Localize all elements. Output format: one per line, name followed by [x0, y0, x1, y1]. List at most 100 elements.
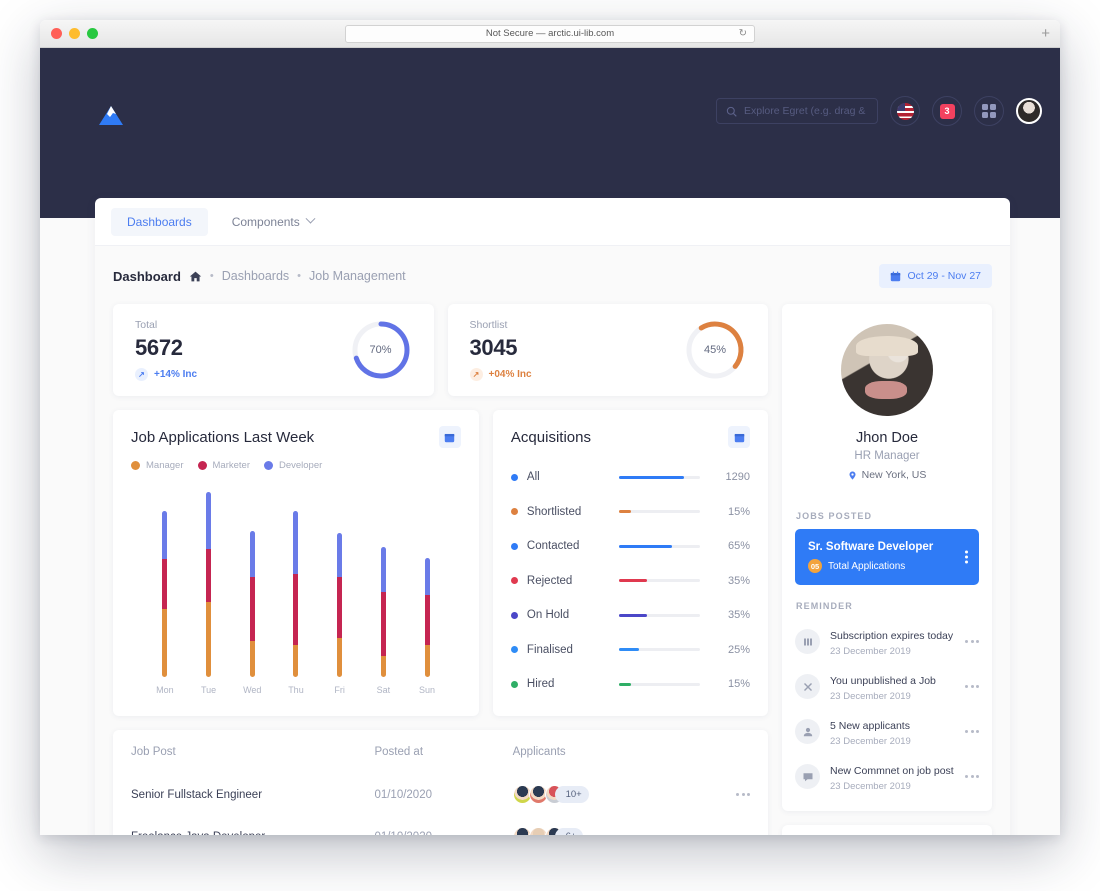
bar-segment-marketer — [424, 595, 430, 645]
tab-dashboards[interactable]: Dashboards — [111, 207, 208, 236]
url-text: Not Secure — arctic.ui-lib.com — [485, 28, 615, 39]
breadcrumb-row: Dashboard • Dashboards • Job Management — [113, 264, 992, 288]
job-post-name: Senior Fullstack Engineer — [131, 788, 263, 801]
applications-chart-card: Job Applications Last Week Manager Marke… — [113, 410, 479, 716]
avatar[interactable] — [1016, 98, 1042, 124]
acquisition-label: Rejected — [526, 574, 573, 587]
kebab-menu-icon[interactable] — [965, 775, 979, 778]
stacked-bar[interactable] — [337, 532, 343, 677]
right-column: Jhon Doe HR Manager New York, US JOBS PO… — [782, 304, 992, 835]
kebab-menu-icon[interactable] — [965, 640, 979, 643]
table-row[interactable]: Senior Fullstack Engineer 01/10/2020 10+ — [113, 774, 768, 816]
stacked-bar[interactable] — [206, 491, 212, 677]
column-posted-at: Posted at — [374, 745, 424, 758]
list-item[interactable]: You unpublished a Job 23 December 2019 — [782, 664, 992, 709]
reload-icon[interactable]: ↻ — [739, 28, 747, 39]
comment-icon — [795, 764, 820, 789]
bar-segment-marketer — [337, 577, 343, 638]
acquisition-row[interactable]: On Hold 35% — [510, 598, 750, 633]
breadcrumb-item-dashboards[interactable]: Dashboards — [222, 269, 289, 283]
bar-segment-developer — [293, 511, 299, 574]
kebab-menu-icon[interactable] — [710, 793, 750, 796]
minimize-window-button[interactable] — [69, 28, 80, 39]
acquisition-row[interactable]: Finalised 25% — [510, 633, 750, 668]
grid-icon — [982, 104, 996, 118]
reminder-title: Subscription expires today — [830, 630, 954, 642]
acquisition-label: On Hold — [526, 609, 570, 622]
reminder-title: You unpublished a Job — [830, 675, 936, 687]
acquisitions-calendar-button[interactable] — [728, 426, 750, 448]
x-tick-label: Fri — [334, 685, 345, 695]
tab-bar: Dashboards Components — [95, 198, 1010, 246]
acquisition-row[interactable]: Shortlisted 15% — [510, 495, 750, 530]
acquisition-row[interactable]: Rejected 35% — [510, 564, 750, 599]
date-range-label: Oct 29 - Nov 27 — [907, 270, 981, 282]
browser-titlebar: Not Secure — arctic.ui-lib.com ↻ + — [40, 20, 1060, 48]
acquisition-track — [618, 648, 700, 652]
home-icon[interactable] — [189, 270, 202, 283]
address-bar[interactable]: Not Secure — arctic.ui-lib.com ↻ — [345, 24, 755, 43]
posted-job-card[interactable]: Sr. Software Developer 05 Total Applicat… — [795, 529, 979, 585]
tab-components[interactable]: Components — [216, 208, 330, 236]
acquisition-dot — [510, 680, 518, 688]
stat-total-trend: ↗ +14% Inc — [135, 368, 197, 381]
acquisitions-list: All 1290 Shortlisted 15% Contacted 65% Rejecte… — [510, 460, 750, 702]
bar-segment-developer — [380, 546, 386, 592]
bar-column — [162, 477, 168, 677]
stacked-bar[interactable] — [249, 530, 255, 677]
trend-up-icon: ↗ — [135, 368, 148, 381]
posted-job-title: Sr. Software Developer — [808, 541, 934, 553]
acquisitions-card: Acquisitions All 1290 Shortlisted 15% Contac… — [492, 410, 768, 716]
maximize-window-button[interactable] — [87, 28, 98, 39]
kebab-menu-icon[interactable] — [965, 685, 979, 688]
reminder-date: 23 December 2019 — [830, 781, 911, 792]
acquisition-row[interactable]: Contacted 65% — [510, 529, 750, 564]
profile-location-label: New York, US — [861, 469, 927, 481]
bar-column — [293, 477, 299, 677]
search-input[interactable] — [744, 105, 868, 117]
stacked-bar[interactable] — [424, 557, 430, 677]
stat-total-label: Total — [135, 319, 158, 331]
acquisition-track — [618, 682, 700, 686]
list-item[interactable]: Subscription expires today 23 December 20… — [782, 619, 992, 664]
acquisition-track — [618, 544, 700, 548]
stacked-bar[interactable] — [162, 511, 168, 677]
bar-segment-manager — [424, 644, 430, 677]
profile-role: HR Manager — [854, 450, 920, 462]
table-row[interactable]: Freelance Java Developer01/10/2020 6+ — [113, 816, 768, 835]
bar-column — [337, 477, 343, 677]
kebab-menu-icon[interactable] — [965, 730, 979, 733]
language-button[interactable] — [890, 96, 920, 126]
us-flag-icon — [896, 102, 914, 120]
applicant-avatars: 6+ — [512, 827, 710, 835]
kebab-menu-icon[interactable] — [965, 550, 968, 564]
notifications-button[interactable]: 3 — [932, 96, 962, 126]
breadcrumb-item-job-management[interactable]: Job Management — [309, 269, 406, 283]
global-search[interactable] — [716, 98, 878, 124]
list-item[interactable]: 5 New applicants 23 December 2019 — [782, 709, 992, 754]
acquisition-dot — [510, 473, 518, 481]
close-window-button[interactable] — [51, 28, 62, 39]
table-body: Senior Fullstack Engineer 01/10/2020 10+ Fr… — [113, 774, 768, 835]
stacked-bar[interactable] — [293, 511, 299, 677]
left-column: Total 5672 ↗ +14% Inc 70% Shortlist 3045… — [113, 304, 768, 835]
new-tab-button[interactable]: + — [1041, 26, 1050, 41]
date-range-picker[interactable]: Oct 29 - Nov 27 — [879, 264, 992, 288]
acquisition-row[interactable]: All 1290 — [510, 460, 750, 495]
apps-button[interactable] — [974, 96, 1004, 126]
legend-manager: Manager — [131, 460, 184, 471]
stat-shortlist-trend-label: +04% Inc — [488, 369, 532, 380]
breadcrumb: Dashboard • Dashboards • Job Management — [113, 269, 406, 284]
browser-window: Not Secure — arctic.ui-lib.com ↻ + Explo… — [40, 20, 1060, 835]
acquisition-fill — [618, 682, 632, 686]
arctic-logo[interactable] — [98, 105, 124, 127]
list-item[interactable]: New Commnet on job post 23 December 2019 — [782, 754, 992, 799]
applications-calendar-button[interactable] — [438, 426, 461, 448]
bar-column — [206, 477, 212, 677]
window-controls[interactable] — [51, 28, 98, 39]
acquisition-fill — [618, 579, 648, 583]
stacked-bar[interactable] — [380, 546, 386, 677]
acquisition-row[interactable]: Hired 15% — [510, 667, 750, 702]
applicant-count: 6+ — [554, 828, 584, 835]
applications-chart-title: Job Applications Last Week — [131, 428, 315, 446]
